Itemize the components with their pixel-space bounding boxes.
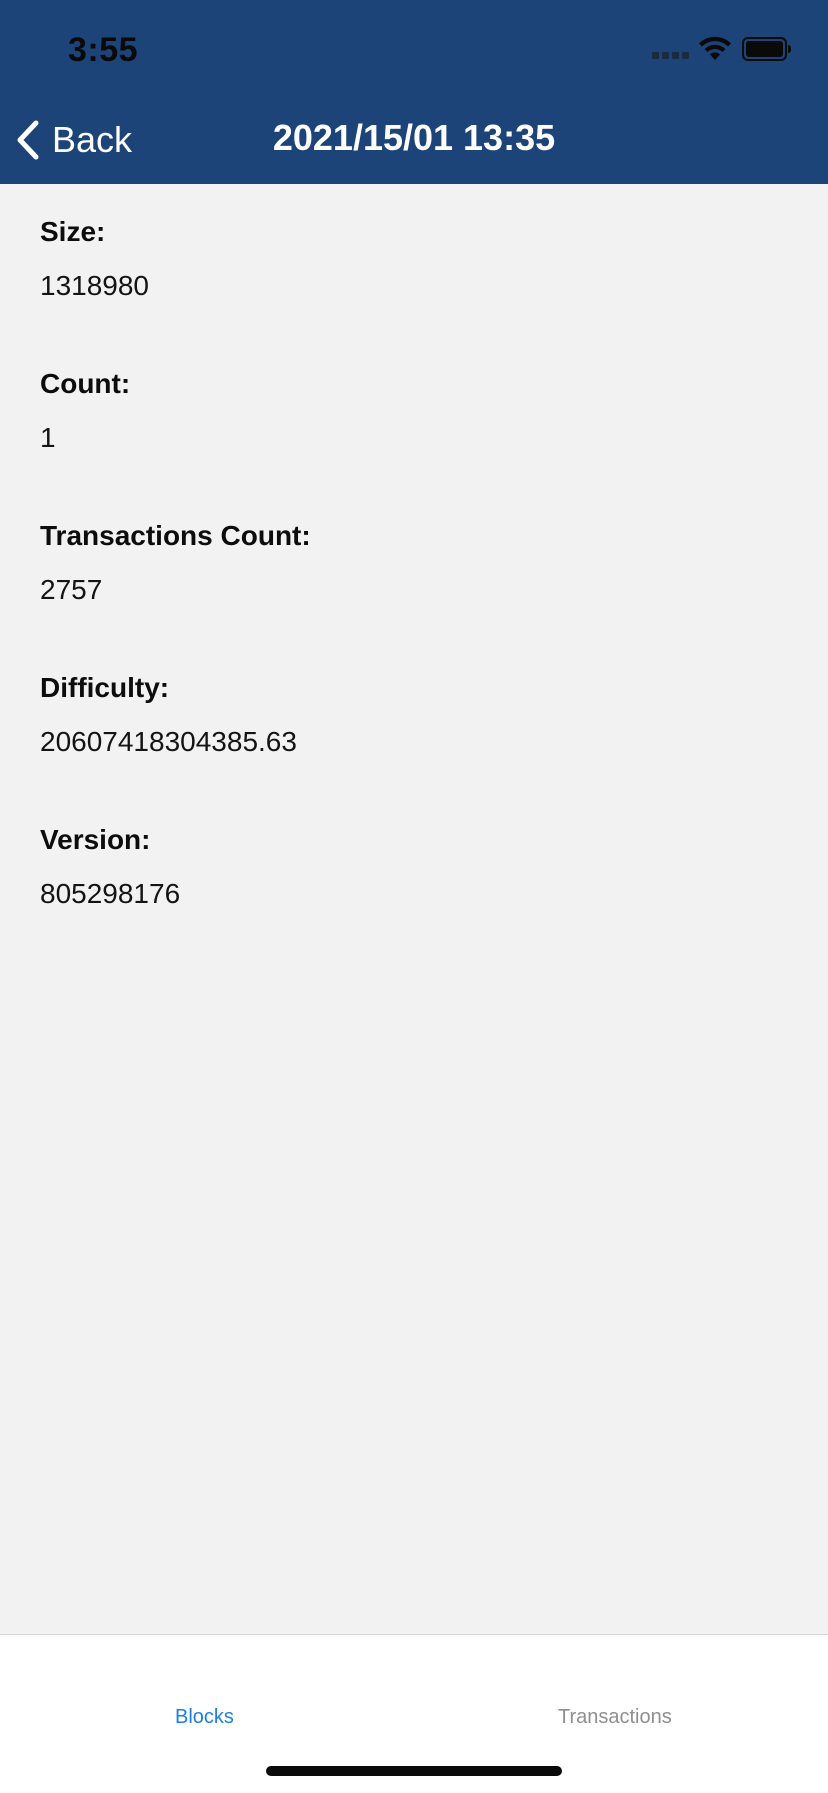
transactions-count-value: 2757 xyxy=(40,574,103,605)
home-indicator xyxy=(266,1766,562,1776)
wifi-icon xyxy=(699,36,731,60)
version-value: 805298176 xyxy=(40,878,181,909)
status-bar-time: 3:55 xyxy=(68,31,139,69)
tab-transactions[interactable]: Transactions xyxy=(558,1703,672,1731)
transactions-count-label: Transactions Count: xyxy=(40,520,311,551)
size-value: 1318980 xyxy=(40,270,150,301)
difficulty-label: Difficulty: xyxy=(40,672,170,703)
tab-blocks[interactable]: Blocks xyxy=(175,1703,234,1731)
version-label: Version: xyxy=(40,824,151,855)
size-label: Size: xyxy=(40,216,106,247)
count-label: Count: xyxy=(40,368,131,399)
page-title: 2021/15/01 13:35 xyxy=(272,117,556,158)
cellular-signal-icon xyxy=(652,52,690,62)
count-value: 1 xyxy=(40,422,56,453)
difficulty-value: 20607418304385.63 xyxy=(40,726,297,757)
battery-icon xyxy=(742,37,791,61)
navigation-header: 3:55 Back 2021/15/01 13:35 xyxy=(0,0,828,184)
